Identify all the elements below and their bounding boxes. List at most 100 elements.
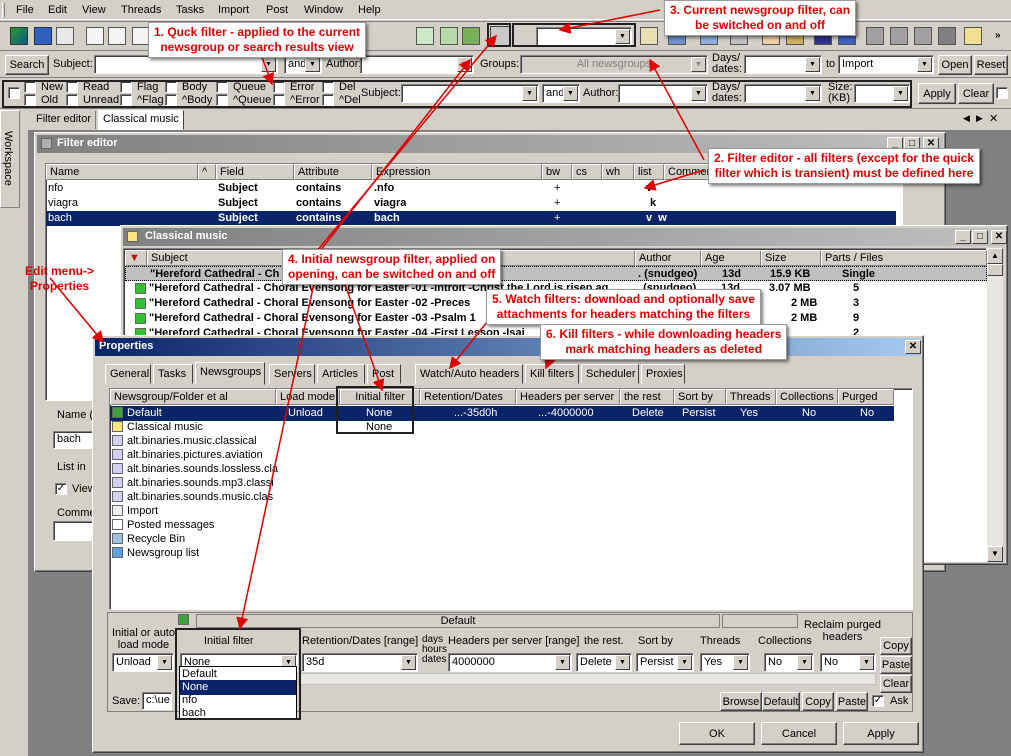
mail-icon[interactable]: [964, 27, 982, 45]
copy-save-button[interactable]: Copy: [802, 692, 834, 711]
ok-button[interactable]: OK: [679, 722, 755, 745]
nflag-checkbox[interactable]: [120, 94, 132, 106]
apply-button[interactable]: Apply: [843, 722, 919, 745]
menu-window[interactable]: Window: [304, 4, 343, 16]
search-date-from[interactable]: ▼: [744, 55, 822, 74]
folder-row[interactable]: alt.binaries.pictures.aviation: [110, 448, 410, 463]
col-retention[interactable]: Retention/Dates: [420, 389, 516, 405]
flag-checkbox[interactable]: [120, 81, 132, 93]
close-icon[interactable]: ✕: [991, 230, 1007, 244]
tab-post[interactable]: Post: [367, 364, 401, 384]
qf-subject-input[interactable]: ▼: [401, 84, 539, 103]
scroll-up-icon[interactable]: ▲: [987, 248, 1003, 264]
toolbar-overflow-icon[interactable]: »: [995, 30, 1001, 41]
sort-by-select[interactable]: Persist ▼: [636, 653, 694, 672]
col-flag[interactable]: ▼: [125, 250, 147, 266]
del-checkbox[interactable]: [322, 81, 334, 93]
chevron-down-icon[interactable]: ▼: [805, 57, 820, 72]
col-name[interactable]: Name: [46, 164, 198, 180]
search-author-input[interactable]: ▼: [360, 55, 474, 74]
chevron-down-icon[interactable]: ▼: [615, 29, 630, 44]
ndel-checkbox[interactable]: [322, 94, 334, 106]
col-sort[interactable]: ^: [198, 164, 216, 180]
col-attribute[interactable]: Attribute: [294, 164, 372, 180]
qf-and-select[interactable]: and ▼: [542, 84, 580, 103]
menu-help[interactable]: Help: [358, 4, 381, 16]
folder-row[interactable]: Recycle Bin: [110, 532, 410, 547]
read-checkbox[interactable]: [66, 81, 78, 93]
chevron-down-icon[interactable]: ▼: [401, 655, 416, 670]
reset-button[interactable]: Reset: [974, 55, 1008, 75]
tab-classical-music[interactable]: Classical music: [98, 110, 184, 130]
col-age[interactable]: Age: [701, 250, 761, 266]
newsgroup-filter-select[interactable]: ▼: [536, 27, 632, 46]
scroll-thumb[interactable]: [987, 264, 1003, 276]
filter-row[interactable]: viagra Subject contains viagra + k: [46, 196, 902, 211]
chevron-down-icon[interactable]: ▼: [805, 86, 820, 101]
folder-row[interactable]: alt.binaries.music.classical: [110, 434, 410, 449]
close-icon[interactable]: ✕: [905, 340, 921, 354]
open-button[interactable]: Open: [938, 55, 972, 75]
chevron-down-icon[interactable]: ▼: [522, 86, 537, 101]
filter-toggle-icon[interactable]: [490, 26, 510, 46]
chevron-down-icon[interactable]: ▼: [157, 655, 172, 670]
col-newsgroup[interactable]: Newsgroup/Folder et al: [110, 389, 276, 405]
minimize-icon[interactable]: _: [955, 230, 971, 244]
copy-doc-icon[interactable]: [108, 27, 126, 45]
chevron-down-icon[interactable]: ▼: [917, 57, 932, 72]
clear-button[interactable]: Clear: [880, 675, 912, 693]
tab-general[interactable]: General: [105, 364, 151, 384]
menu-view[interactable]: View: [82, 4, 106, 16]
view-checkbox[interactable]: ✓: [55, 483, 67, 495]
chevron-down-icon[interactable]: ▼: [555, 655, 570, 670]
nbody-checkbox[interactable]: [165, 94, 177, 106]
workspace-sidebar[interactable]: Workspace: [0, 110, 20, 208]
folder-row[interactable]: Posted messages: [110, 518, 410, 533]
tab-scroll-left-icon[interactable]: ◀: [963, 113, 970, 124]
chevron-down-icon[interactable]: ▼: [305, 57, 320, 72]
col-author[interactable]: Author: [635, 250, 701, 266]
col-list[interactable]: list: [634, 164, 664, 180]
col-bw[interactable]: bw: [542, 164, 572, 180]
run-icon[interactable]: [914, 27, 932, 45]
tab-articles[interactable]: Articles: [317, 364, 365, 384]
folder-row[interactable]: alt.binaries.sounds.lossless.cla: [110, 462, 410, 477]
headers-select[interactable]: 4000000 ▼: [448, 653, 572, 672]
book-icon[interactable]: [34, 27, 52, 45]
groups-select[interactable]: All newsgroups ▼: [520, 55, 708, 74]
tab-close-icon[interactable]: ✕: [989, 112, 998, 125]
menu-import[interactable]: Import: [218, 4, 249, 16]
copy-button[interactable]: Copy: [880, 637, 912, 655]
tab-scheduler[interactable]: Scheduler: [581, 364, 639, 384]
people-icon[interactable]: [866, 27, 884, 45]
clear-quick-filter-button[interactable]: Clear: [958, 83, 994, 104]
menu-threads[interactable]: Threads: [121, 4, 161, 16]
qf-author-input[interactable]: ▼: [618, 84, 708, 103]
folder-row[interactable]: Classical music None: [110, 420, 890, 435]
tab-filter-editor[interactable]: Filter editor: [32, 111, 97, 129]
chevron-down-icon[interactable]: ▼: [733, 655, 748, 670]
col-the-rest[interactable]: the rest: [620, 389, 674, 405]
threads-select[interactable]: Yes ▼: [700, 653, 750, 672]
monitor-icon[interactable]: [56, 27, 74, 45]
col-field[interactable]: Field: [216, 164, 294, 180]
folder-row[interactable]: alt.binaries.sounds.mp3.classi: [110, 476, 410, 491]
vertical-scrollbar[interactable]: ▲ ▼: [987, 248, 1003, 562]
filter-edit-icon[interactable]: [640, 27, 658, 45]
menu-file[interactable]: File: [16, 4, 34, 16]
cancel-button[interactable]: Cancel: [761, 722, 837, 745]
leaf-icon[interactable]: [462, 27, 480, 45]
col-collections[interactable]: Collections: [776, 389, 838, 405]
editor-scrollbar[interactable]: [298, 673, 876, 685]
tab-servers[interactable]: Servers: [269, 364, 315, 384]
col-cs[interactable]: cs: [572, 164, 602, 180]
qf-size-select[interactable]: ▼: [854, 84, 910, 103]
chevron-down-icon[interactable]: ▼: [893, 86, 908, 101]
default-button[interactable]: Default: [762, 692, 800, 711]
star-icon[interactable]: [890, 27, 908, 45]
body-checkbox[interactable]: [165, 81, 177, 93]
tab-watch-auto-headers[interactable]: Watch/Auto headers: [415, 364, 523, 384]
search-button[interactable]: Search: [5, 55, 49, 75]
grid-icon[interactable]: [440, 27, 458, 45]
tab-scroll-right-icon[interactable]: ▶: [976, 113, 983, 124]
